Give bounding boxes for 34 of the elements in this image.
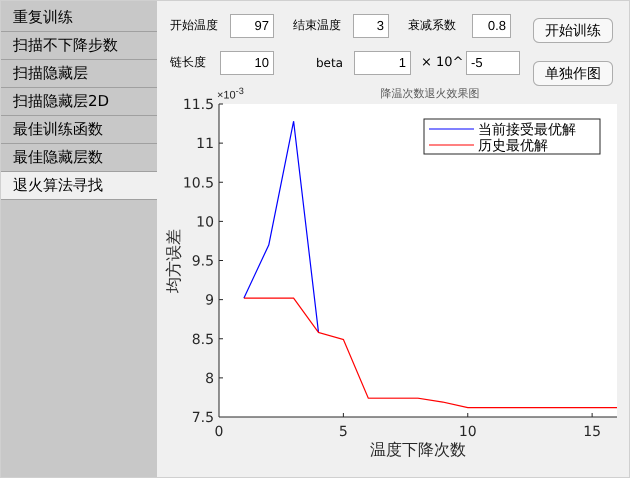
x-axis-label: 温度下降次数 bbox=[370, 440, 466, 459]
tick-label: 0 bbox=[214, 424, 224, 440]
input-field[interactable]: 10 bbox=[220, 50, 274, 74]
push-button[interactable]: 单独作图 bbox=[533, 61, 613, 86]
field-label: 衰减系数 bbox=[408, 17, 457, 34]
tick-label: 8.5 bbox=[192, 332, 214, 348]
tick-label: 5 bbox=[338, 424, 348, 440]
y-axis-label: 均方误差 bbox=[164, 229, 183, 293]
tick-label: 10 bbox=[458, 424, 477, 440]
tick-label: 11 bbox=[196, 136, 214, 152]
input-field[interactable]: -5 bbox=[466, 50, 520, 74]
tick-label: 9.5 bbox=[192, 254, 214, 270]
push-button[interactable]: 开始训练 bbox=[533, 18, 613, 43]
input-field[interactable]: 97 bbox=[230, 14, 274, 38]
field-label: × 10^ bbox=[420, 55, 464, 70]
legend-label: 当前接受最优解 bbox=[478, 122, 576, 138]
chart-title: 降温次数退火效果图 bbox=[380, 87, 480, 100]
legend-label: 历史最优解 bbox=[478, 138, 548, 154]
field-label: 开始温度 bbox=[170, 17, 219, 34]
tick-label: 15 bbox=[583, 424, 602, 440]
input-field[interactable]: 1 bbox=[354, 50, 411, 74]
tab[interactable]: 退火算法寻找 bbox=[1, 172, 157, 200]
field-label: beta bbox=[314, 56, 344, 70]
input-field[interactable]: 3 bbox=[353, 14, 389, 38]
tick-label: 11.5 bbox=[182, 97, 214, 113]
tick-label: 8 bbox=[205, 370, 214, 387]
tick-label: 10 bbox=[196, 214, 214, 230]
field-label: 结束温度 bbox=[293, 17, 342, 34]
input-field[interactable]: 0.8 bbox=[472, 14, 511, 38]
tick-label: 9 bbox=[205, 292, 214, 309]
tick-label: 10.5 bbox=[182, 175, 214, 192]
tick-label: 7.5 bbox=[192, 410, 214, 426]
field-label: 链长度 bbox=[170, 54, 207, 71]
axis-exponent: ×10$^{-3}$ bbox=[217, 86, 244, 102]
